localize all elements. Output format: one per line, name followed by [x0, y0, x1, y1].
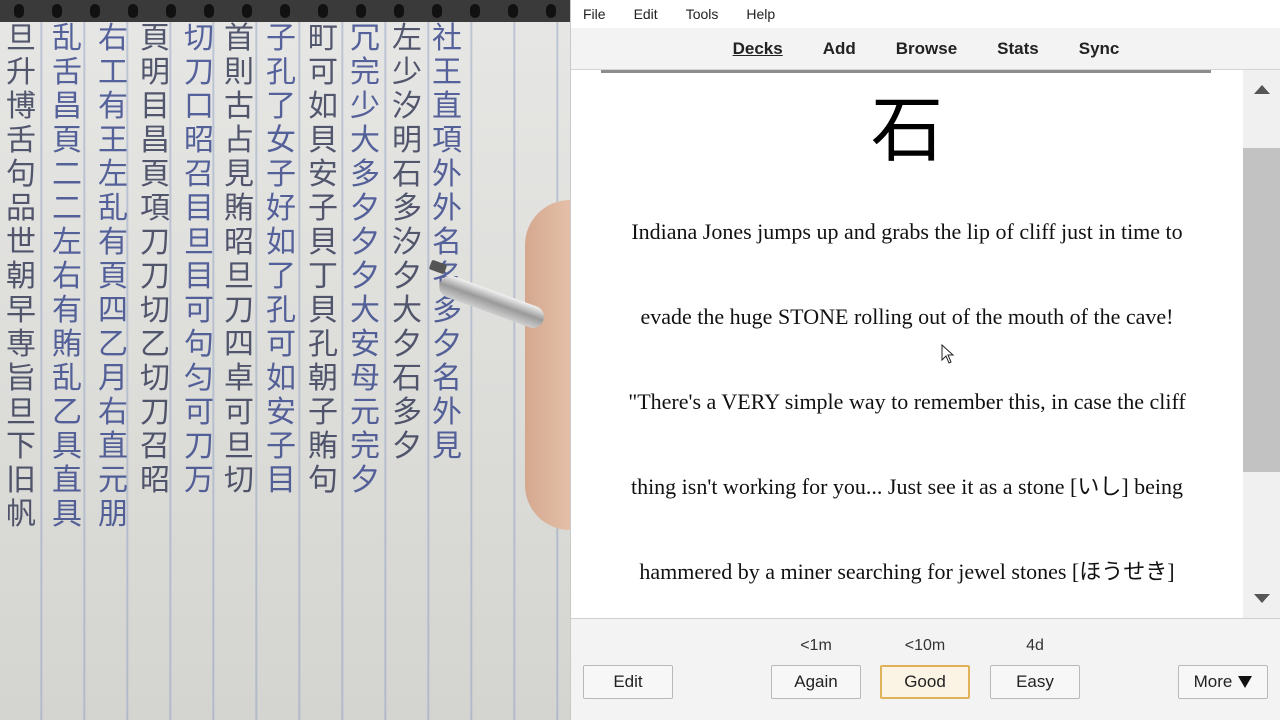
kanji-column: 社王直項外外名名多夕名外見	[432, 21, 462, 464]
card-divider	[601, 70, 1211, 73]
triangle-down-icon	[1238, 676, 1253, 688]
notebook-page: 旦升博舌句品世朝早専旨旦下旧帆 乱舌昌頁二二左右有賄乱乙具直具 右工有王左乱有頁…	[0, 22, 570, 720]
story-line: thing isn't working for you... Just see …	[630, 474, 1184, 499]
more-button[interactable]: More	[1178, 665, 1268, 699]
main-toolbar: Decks Add Browse Stats Sync	[571, 28, 1280, 70]
kanji-column: 左少汐明石多汐夕大夕石多夕	[392, 21, 422, 464]
triangle-up-icon	[1254, 85, 1270, 94]
story-line: evade the huge STONE rolling out of the …	[640, 304, 1174, 329]
toolbar-sync[interactable]: Sync	[1079, 39, 1120, 59]
more-label: More	[1193, 672, 1233, 691]
easy-interval: 4d	[1026, 637, 1044, 654]
kanji-column: 旦升博舌句品世朝早専旨旦下旧帆	[6, 21, 36, 532]
kanji-column: 右工有王左乱有頁四乙月右直元朋	[98, 21, 128, 532]
kanji-column: 首則古占見賄昭旦刀四卓可旦切	[224, 21, 254, 498]
card-scrollbar[interactable]	[1243, 70, 1280, 618]
again-button[interactable]: Again	[771, 665, 861, 699]
kanji-column: 頁明目昌頁項刀刀切乙切刀召昭	[140, 21, 170, 498]
good-interval: <10m	[904, 637, 946, 654]
scroll-up-button[interactable]	[1243, 70, 1280, 108]
kanji-column: 子孔了女子好如了孔可如安子目	[266, 21, 296, 498]
review-bottom-bar: Edit <1m Again <10m Good 4d Easy More	[571, 618, 1280, 720]
scroll-thumb[interactable]	[1243, 148, 1280, 472]
kanji-column: 町可如貝安子貝丁貝孔朝子賄句	[308, 21, 338, 498]
spiral-binding	[0, 0, 570, 22]
toolbar-decks[interactable]: Decks	[733, 39, 783, 59]
good-button[interactable]: Good	[880, 665, 970, 699]
again-interval: <1m	[800, 637, 832, 654]
story-line: "There's a VERY simple way to remember t…	[628, 389, 1186, 414]
card-view: 石 Indiana Jones jumps up and grabs the l…	[571, 70, 1243, 618]
scroll-down-button[interactable]	[1243, 580, 1280, 618]
menu-file[interactable]: File	[583, 6, 606, 22]
easy-button[interactable]: Easy	[990, 665, 1080, 699]
menu-tools[interactable]: Tools	[686, 6, 719, 22]
menu-bar: File Edit Tools Help	[571, 0, 1280, 28]
edit-button[interactable]: Edit	[583, 665, 673, 699]
toolbar-stats[interactable]: Stats	[997, 39, 1039, 59]
toolbar-add[interactable]: Add	[823, 39, 856, 59]
card-story: Indiana Jones jumps up and grabs the lip…	[571, 218, 1243, 618]
kanji-column: 切刀口昭召目旦目可句匀可刀万	[184, 21, 214, 498]
menu-help[interactable]: Help	[746, 6, 775, 22]
story-line: Indiana Jones jumps up and grabs the lip…	[631, 219, 1183, 244]
triangle-down-icon	[1254, 594, 1270, 603]
notebook-photo: 旦升博舌句品世朝早専旨旦下旧帆 乱舌昌頁二二左右有賄乱乙具直具 右工有王左乱有頁…	[0, 0, 570, 720]
card-kanji: 石	[870, 88, 943, 172]
toolbar-browse[interactable]: Browse	[896, 39, 957, 59]
anki-window: File Edit Tools Help Decks Add Browse St…	[570, 0, 1280, 720]
story-line: hammered by a miner searching for jewel …	[639, 559, 1175, 584]
kanji-column: 冗完少大多夕夕夕大安母元完夕	[350, 21, 380, 498]
hand	[525, 200, 570, 530]
kanji-column: 乱舌昌頁二二左右有賄乱乙具直具	[52, 21, 82, 532]
menu-edit[interactable]: Edit	[634, 6, 658, 22]
mouse-cursor-icon	[941, 344, 955, 364]
